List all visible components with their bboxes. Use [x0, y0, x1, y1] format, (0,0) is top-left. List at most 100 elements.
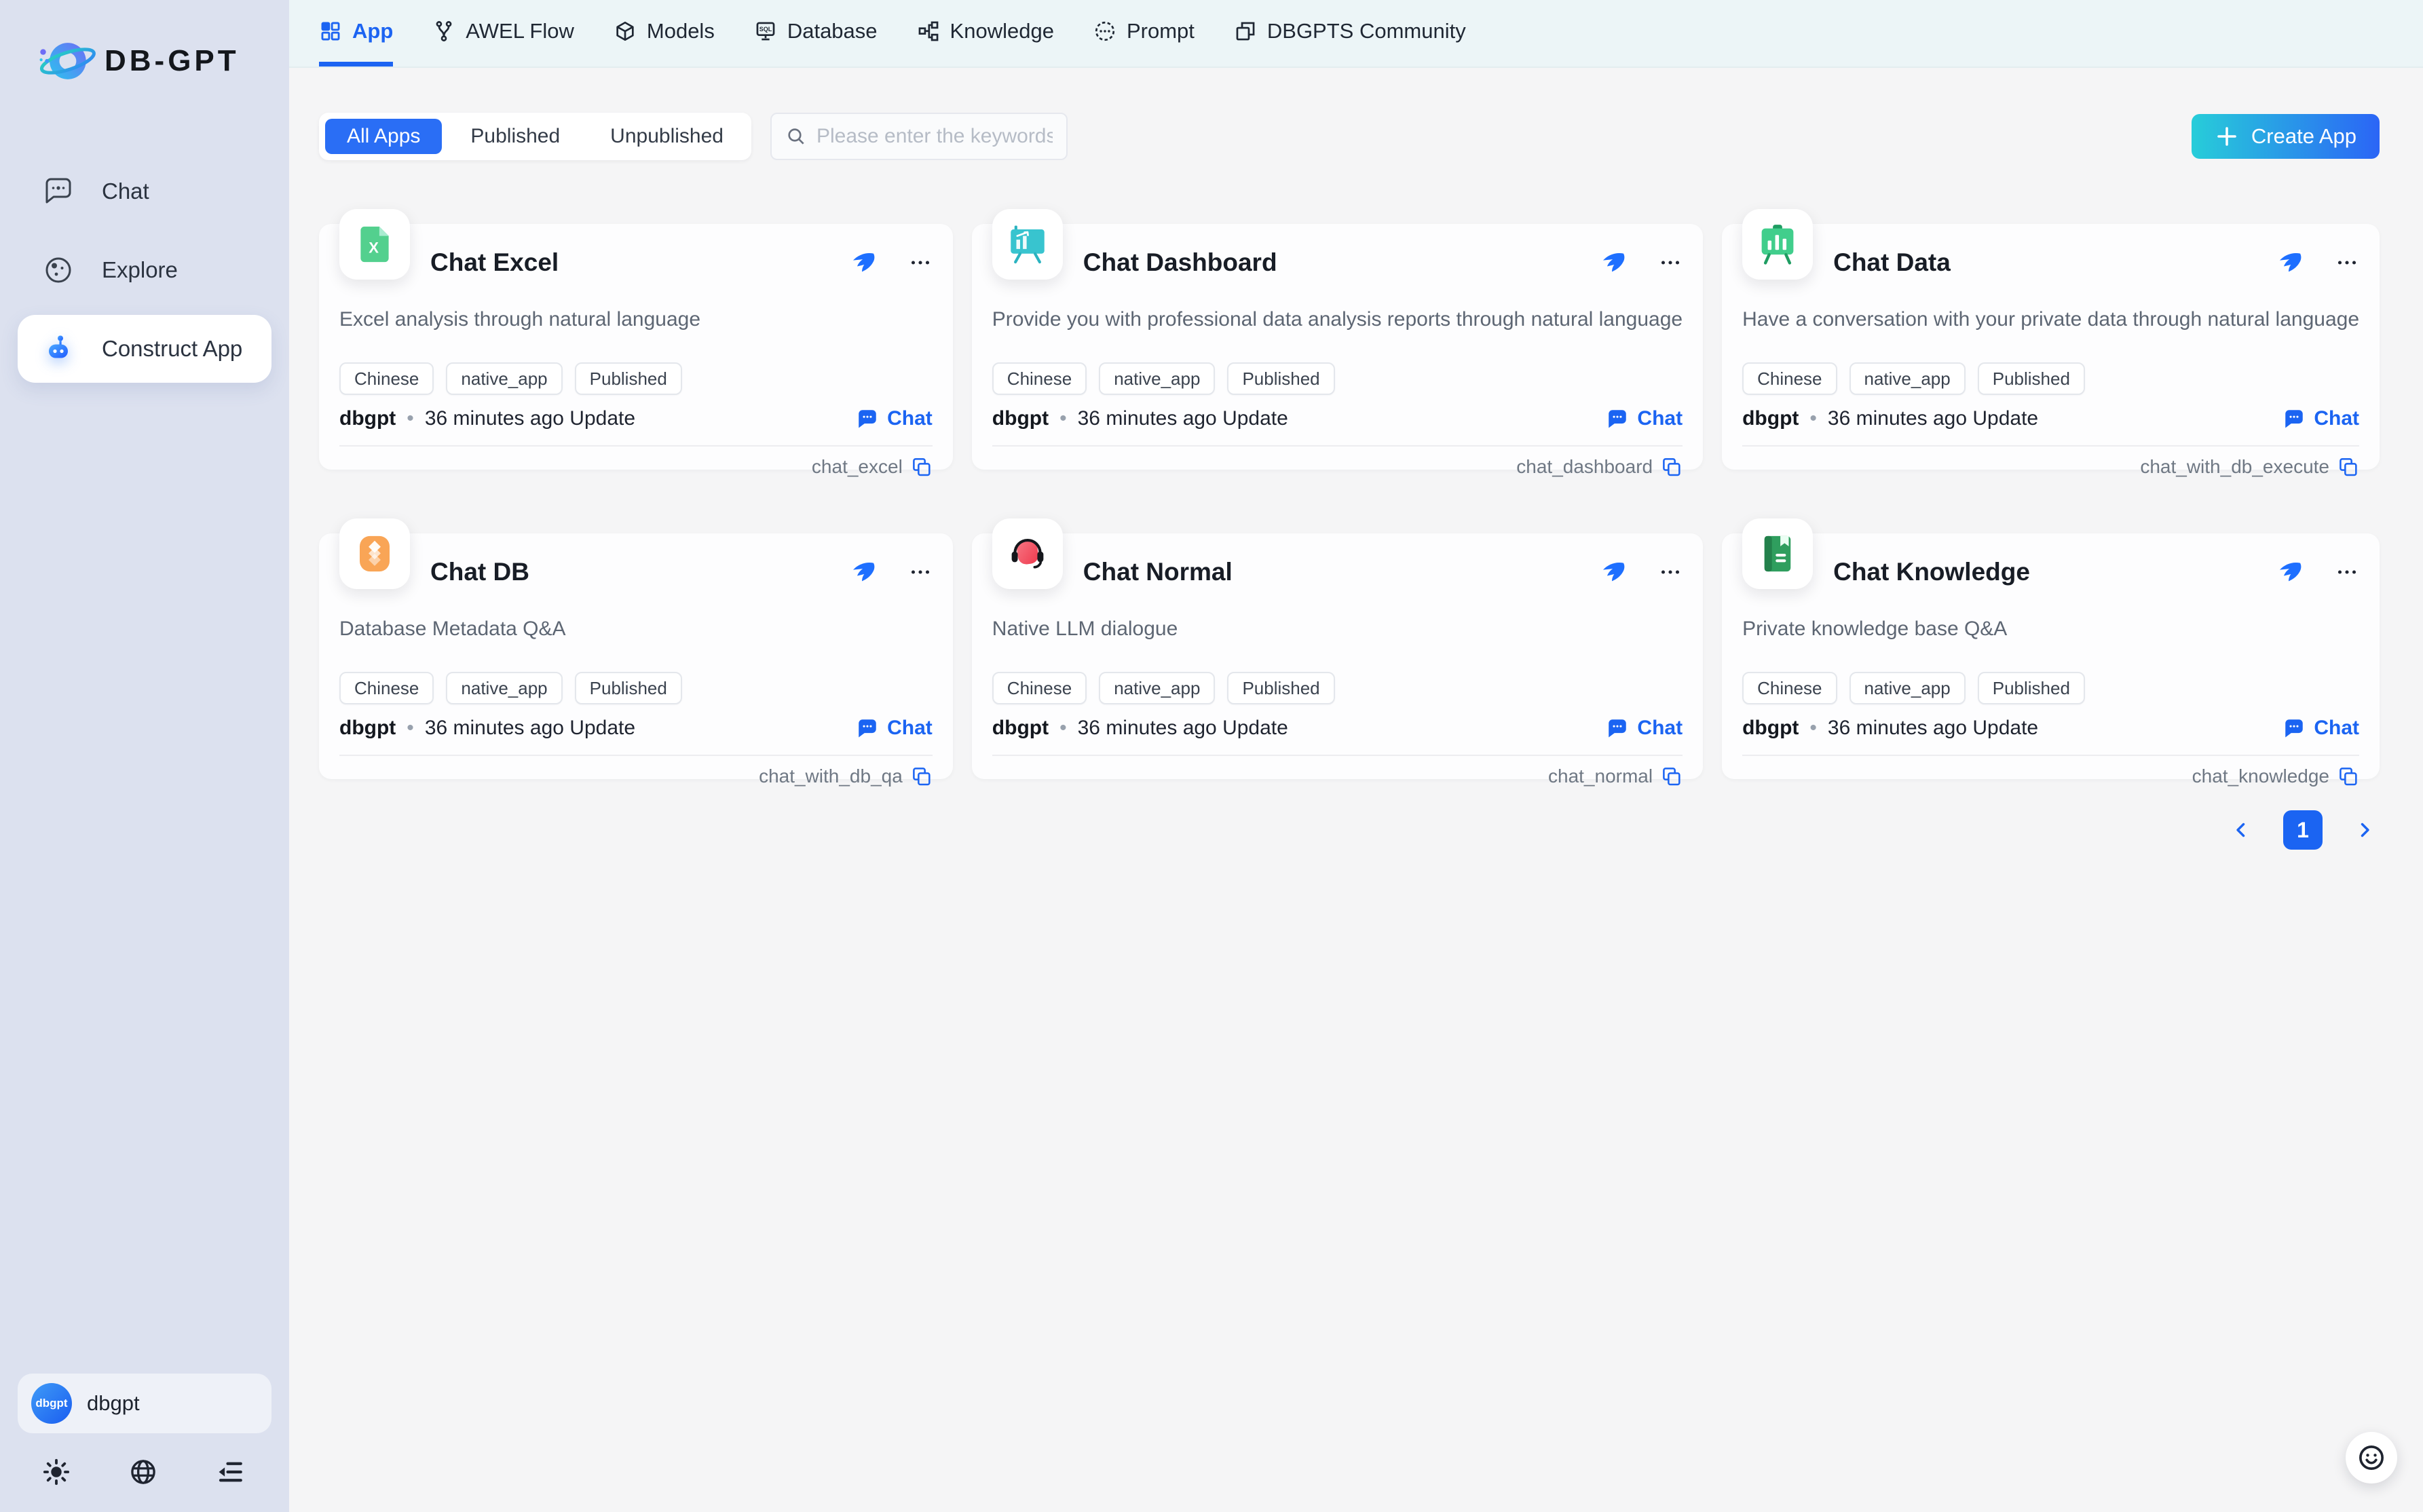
sql-monitor-icon: SQL	[754, 20, 777, 43]
app-card-chat-normal[interactable]: Chat Normal Native LLM dialogue Chinese …	[972, 533, 1703, 779]
tag: Published	[575, 362, 682, 395]
smiley-icon	[2356, 1443, 2386, 1473]
search-input[interactable]	[816, 125, 1053, 148]
more-options-icon[interactable]	[2335, 560, 2359, 584]
pagination-next-button[interactable]	[2350, 815, 2380, 845]
dingtalk-share-icon[interactable]	[850, 249, 877, 276]
dingtalk-share-icon[interactable]	[2276, 249, 2304, 276]
headset-icon	[1005, 531, 1050, 576]
main-content: All Apps Published Unpublished Create Ap…	[289, 68, 2423, 1512]
language-button[interactable]	[129, 1458, 160, 1489]
tab-app[interactable]: App	[319, 0, 393, 67]
knowledge-nodes-icon	[917, 20, 940, 43]
collapse-icon	[216, 1458, 244, 1486]
dingtalk-share-icon[interactable]	[1600, 559, 1627, 586]
app-icon-tile	[1742, 518, 1813, 589]
card-divider	[1742, 755, 2359, 756]
app-code: chat_with_db_execute	[2140, 456, 2329, 478]
search-box	[770, 113, 1068, 160]
more-options-icon[interactable]	[908, 560, 933, 584]
tag: Published	[1227, 362, 1334, 395]
collapse-sidebar-button[interactable]	[216, 1458, 247, 1489]
chat-button[interactable]: Chat	[1606, 717, 1683, 740]
tag: Chinese	[1742, 362, 1837, 395]
app-title: Chat Excel	[430, 248, 559, 277]
app-description: Excel analysis through natural language	[339, 308, 933, 331]
dingtalk-share-icon[interactable]	[1600, 249, 1627, 276]
updated-time: 36 minutes ago Update	[1828, 717, 2038, 740]
chat-button-label: Chat	[887, 717, 933, 740]
app-icon-tile	[992, 209, 1063, 280]
meta-separator: •	[1059, 717, 1067, 740]
chat-bubble-filled-icon	[2283, 407, 2306, 430]
copy-icon[interactable]	[911, 456, 933, 478]
chat-button-label: Chat	[1637, 407, 1683, 430]
pagination-page-1[interactable]: 1	[2283, 810, 2323, 850]
top-navigation: App AWEL Flow Models SQL Database Knowle…	[289, 0, 2423, 68]
chat-button[interactable]: Chat	[2283, 717, 2359, 740]
more-options-icon[interactable]	[908, 250, 933, 275]
chat-button[interactable]: Chat	[856, 407, 933, 430]
copy-icon[interactable]	[911, 766, 933, 787]
plus-icon	[2215, 124, 2239, 149]
more-options-icon[interactable]	[1658, 560, 1683, 584]
app-title: Chat Data	[1833, 248, 1951, 277]
tab-dbgpts-community[interactable]: DBGPTS Community	[1234, 0, 1466, 67]
dingtalk-share-icon[interactable]	[850, 559, 877, 586]
sidebar-item-explore[interactable]: Explore	[18, 236, 271, 304]
copy-icon[interactable]	[1661, 456, 1683, 478]
more-options-icon[interactable]	[2335, 250, 2359, 275]
filter-all-apps[interactable]: All Apps	[325, 119, 442, 154]
chevron-left-icon	[2230, 818, 2253, 842]
chat-button[interactable]: Chat	[2283, 407, 2359, 430]
more-options-icon[interactable]	[1658, 250, 1683, 275]
knowledge-book-icon	[1755, 531, 1800, 576]
app-card-grid: X Chat Excel Excel analysis through natu…	[319, 224, 2380, 779]
meta-separator: •	[407, 407, 414, 430]
chat-bubble-icon	[42, 175, 75, 208]
chat-bubble-filled-icon	[856, 407, 879, 430]
app-card-chat-data[interactable]: Chat Data Have a conversation with your …	[1722, 224, 2380, 470]
chat-bubble-filled-icon	[2283, 717, 2306, 740]
feedback-fab-button[interactable]	[2346, 1432, 2397, 1483]
meta-separator: •	[1809, 407, 1817, 430]
app-card-chat-excel[interactable]: X Chat Excel Excel analysis through natu…	[319, 224, 953, 470]
tag: native_app	[446, 672, 562, 704]
copy-icon[interactable]	[2337, 766, 2359, 787]
chevron-right-icon	[2353, 818, 2376, 842]
filter-unpublished[interactable]: Unpublished	[588, 119, 745, 154]
app-card-chat-dashboard[interactable]: Chat Dashboard Provide you with professi…	[972, 224, 1703, 470]
sidebar-item-chat[interactable]: Chat	[18, 157, 271, 225]
tab-awel-flow[interactable]: AWEL Flow	[432, 0, 574, 67]
sidebar-item-label: Construct App	[102, 336, 242, 362]
tab-prompt[interactable]: Prompt	[1093, 0, 1195, 67]
copy-icon[interactable]	[2337, 456, 2359, 478]
tag: Published	[1227, 672, 1334, 704]
pagination-prev-button[interactable]	[2226, 815, 2256, 845]
theme-toggle-button[interactable]	[42, 1458, 73, 1489]
avatar: dbgpt	[31, 1383, 72, 1424]
tag: Chinese	[1742, 672, 1837, 704]
tab-database[interactable]: SQL Database	[754, 0, 878, 67]
user-card[interactable]: dbgpt dbgpt	[18, 1374, 271, 1433]
sidebar-item-construct-app[interactable]: Construct App	[18, 315, 271, 383]
tag-list: Chinese native_app Published	[992, 362, 1683, 395]
chat-button[interactable]: Chat	[856, 717, 933, 740]
copy-icon[interactable]	[1661, 766, 1683, 787]
chat-button[interactable]: Chat	[1606, 407, 1683, 430]
tag: native_app	[1099, 672, 1215, 704]
app-card-chat-db[interactable]: Chat DB Database Metadata Q&A Chinese na…	[319, 533, 953, 779]
tab-knowledge[interactable]: Knowledge	[917, 0, 1054, 67]
create-app-button[interactable]: Create App	[2192, 114, 2380, 159]
app-card-chat-knowledge[interactable]: Chat Knowledge Private knowledge base Q&…	[1722, 533, 2380, 779]
owner-name: dbgpt	[992, 407, 1049, 430]
dashboard-presentation-icon	[1005, 222, 1050, 267]
tag: Chinese	[992, 672, 1087, 704]
app-grid-icon	[319, 20, 342, 43]
chat-button-label: Chat	[1637, 717, 1683, 740]
tab-models[interactable]: Models	[614, 0, 715, 67]
dingtalk-share-icon[interactable]	[2276, 559, 2304, 586]
owner-name: dbgpt	[339, 407, 396, 430]
filter-published[interactable]: Published	[449, 119, 582, 154]
planet-logo-icon	[35, 30, 98, 92]
